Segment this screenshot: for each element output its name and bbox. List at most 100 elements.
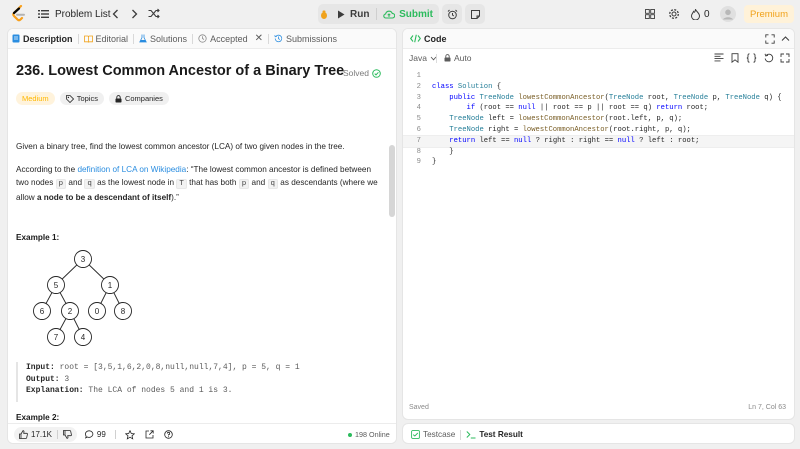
tab-description-label: Description [23,33,73,44]
code-line[interactable]: 8 } [403,147,794,158]
leetcode-logo-icon[interactable] [11,5,27,23]
code-line[interactable]: 4 if (root == null || root == p || root … [403,103,794,114]
definition-text: as the lowest node in [94,178,177,187]
notes-button[interactable] [465,4,485,24]
code-line[interactable]: 7 return left == null ? right : right ==… [403,134,794,148]
streak-count: 0 [704,8,710,20]
comments-button[interactable]: 99 [80,427,111,442]
tree-node-label: 2 [68,307,73,316]
bookmark-icon[interactable] [731,53,739,63]
chevron-left-icon[interactable] [112,9,119,19]
note-icon [470,9,480,19]
language-select[interactable]: Java [409,53,437,63]
problem-title: 236. Lowest Common Ancestor of a Binary … [16,63,345,79]
tab-test-result[interactable]: Test Result [461,424,528,443]
input-label: Input: [26,363,55,372]
favorite-button[interactable] [120,427,140,442]
tree-node-label: 4 [81,333,86,342]
tab-description[interactable]: Description [8,29,77,49]
share-button[interactable] [140,427,159,442]
code-line[interactable]: 2 class Solution { [403,82,794,93]
close-icon[interactable]: ✕ [255,33,263,44]
reset-icon[interactable] [764,53,774,63]
tab-testcase[interactable]: Testcase [406,424,460,443]
gear-icon[interactable] [668,8,680,20]
code-title: Code [424,33,447,44]
description-panel: Description Editorial Solutions Accepted… [7,28,397,444]
code-line[interactable]: 3 public TreeNode lowestCommonAncestor(T… [403,93,794,104]
play-icon [337,10,345,18]
inline-code: T [176,179,187,189]
explanation-value: The LCA of nodes 5 and 1 is 3. [83,386,233,395]
topics-chip[interactable]: Topics [59,92,104,105]
solved-label: Solved [343,68,369,78]
help-button[interactable] [159,427,178,442]
example-output: Output: 3 [26,374,378,386]
code-line[interactable]: 9} [403,157,794,168]
tab-submissions[interactable]: Submissions [270,29,341,49]
tab-editorial[interactable]: Editorial [80,29,133,49]
online-dot-icon [348,432,352,437]
tab-submissions-label: Submissions [285,33,338,44]
format-icon[interactable] [714,53,724,62]
dislike-button[interactable] [58,427,77,442]
example-1-block: Input: root = [3,5,1,6,2,0,8,null,null,7… [16,362,378,402]
definition-text: ).” [171,193,179,202]
streak-counter[interactable]: 0 [691,0,710,28]
example-explanation: Explanation: The LCA of nodes 5 and 1 is… [26,385,378,397]
line-number: 2 [416,82,421,91]
comment-count: 99 [96,430,106,439]
layout-grid-icon[interactable] [645,9,655,19]
companies-chip[interactable]: Companies [108,92,169,105]
auto-mode[interactable]: Auto [444,53,472,63]
fullscreen-icon[interactable] [780,53,790,63]
debug-icon[interactable] [318,4,330,24]
shuffle-icon[interactable] [148,8,160,19]
braces-icon[interactable] [746,53,757,63]
code-line[interactable]: 6 TreeNode right = lowestCommonAncestor(… [403,125,794,136]
submit-button[interactable]: Submit [377,4,439,24]
tab-accepted[interactable]: Accepted ✕ [194,29,267,49]
timer-button[interactable] [442,4,462,24]
line-number: 8 [416,147,421,156]
code-text: if (root == null || root == p || root ==… [466,104,709,113]
cloud-upload-icon [383,10,396,19]
collapse-chevron-icon[interactable] [781,35,790,43]
thumbs-up-icon [19,430,28,439]
definition-text: and [249,178,268,187]
lca-wikipedia-link[interactable]: definition of LCA on Wikipedia [77,165,186,174]
premium-button[interactable]: Premium [744,5,794,23]
mode-label: Auto [454,53,472,63]
code-text: TreeNode right = lowestCommonAncestor(ro… [449,126,691,134]
tree-node-label: 7 [54,333,59,342]
description-scrollbar[interactable] [389,145,395,217]
code-line[interactable]: 1 [403,71,794,82]
cursor-position: Ln 7, Col 63 [748,404,786,411]
question-circle-icon [164,430,173,439]
thumbs-down-icon [63,430,72,439]
chevron-right-icon[interactable] [131,9,138,19]
checkbox-icon [411,430,420,439]
book-icon [83,35,93,43]
document-icon [12,34,20,43]
run-button[interactable]: Run [330,4,376,24]
code-text: class Solution { [432,82,502,91]
problem-list-label: Problem List [55,8,111,20]
example-1-title: Example 1: [16,233,60,242]
lca-definition: According to the definition of LCA on Wi… [16,163,378,204]
testcase-panel: Testcase Test Result [402,423,795,444]
like-button[interactable]: 17.1K [14,427,57,442]
maximize-icon[interactable] [765,34,775,44]
output-label: Output: [26,374,60,384]
avatar[interactable] [720,6,736,22]
tab-editorial-label: Editorial [95,33,129,44]
tree-node-label: 3 [81,255,86,264]
description-footer: 17.1K 99 198 Online [8,423,396,443]
problem-description: 236. Lowest Common Ancestor of a Binary … [16,49,386,422]
editor-status-bar: Saved Ln 7, Col 63 [403,402,794,416]
code-line[interactable]: 5 TreeNode left = lowestCommonAncestor(r… [403,114,794,125]
tab-solutions[interactable]: Solutions [135,29,191,49]
problem-list-button[interactable]: Problem List [38,0,111,28]
code-editor[interactable]: 1 2 class Solution { 3 public TreeNode lowe… [403,71,794,391]
inline-code: q [267,179,279,189]
